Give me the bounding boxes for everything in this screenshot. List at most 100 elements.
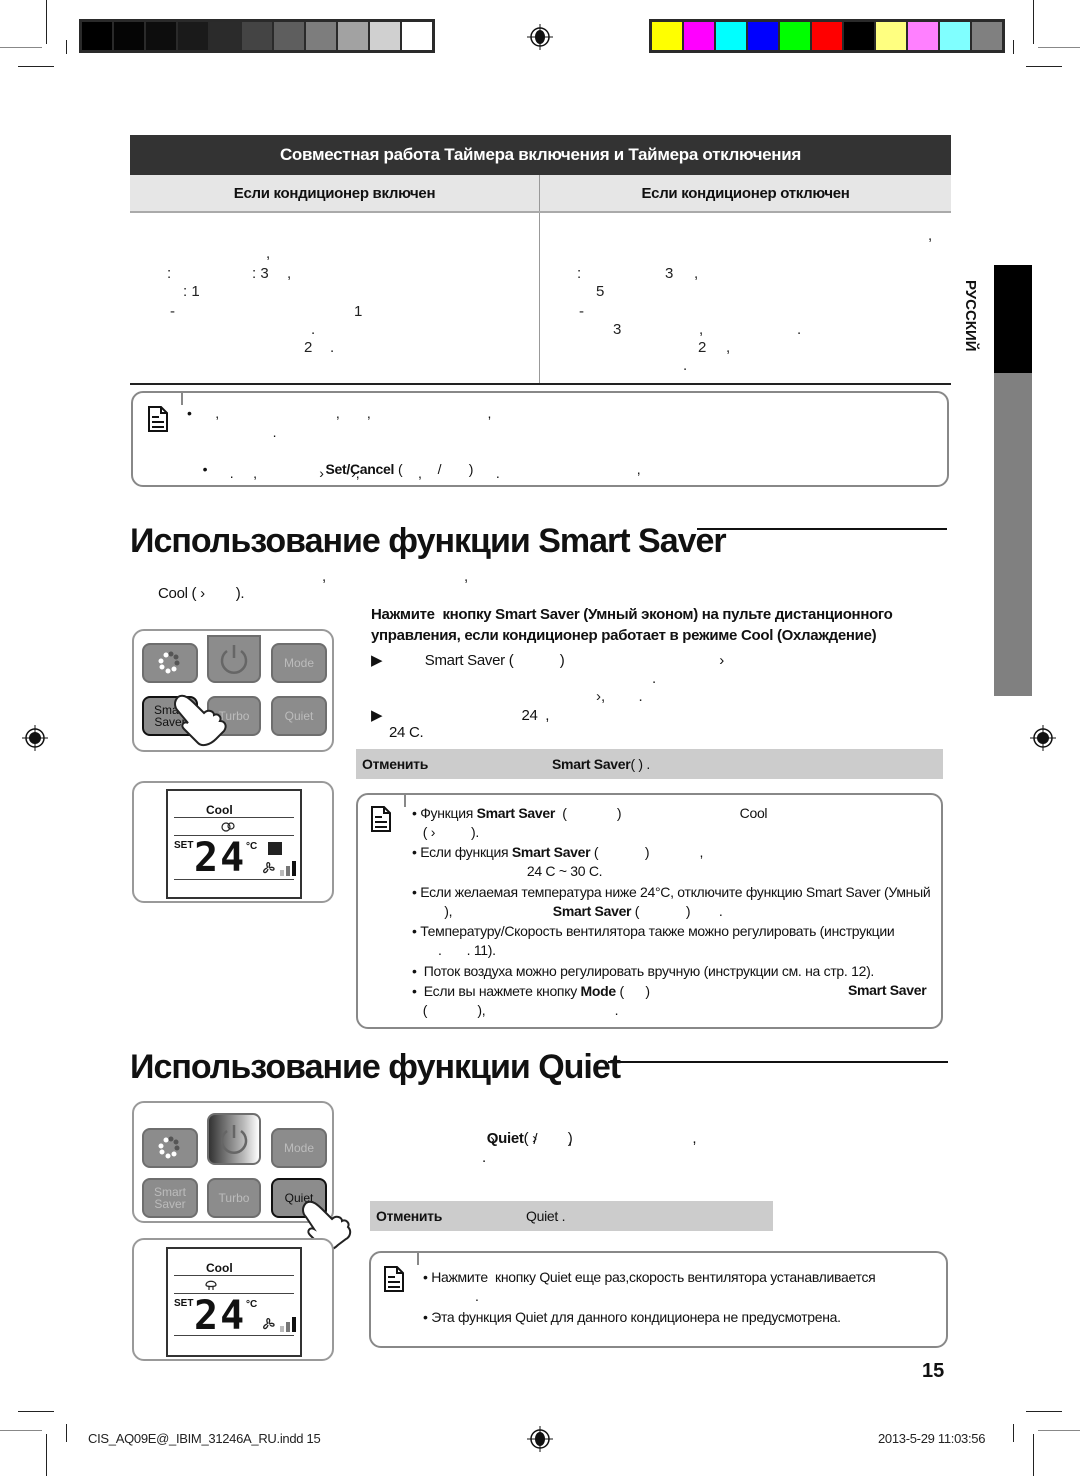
lcd-mode: Cool xyxy=(206,803,233,817)
text-fragment: 3 xyxy=(665,265,674,282)
lcd-unit: °C xyxy=(246,841,258,852)
power-icon xyxy=(220,1125,248,1154)
text-fragment: , xyxy=(699,321,704,338)
note-text: ( › ). xyxy=(412,824,479,840)
bullet-text: 24 C. xyxy=(389,724,424,741)
fan-speed-button[interactable] xyxy=(142,1128,198,1168)
column-divider xyxy=(539,213,540,383)
power-button[interactable] xyxy=(207,1113,261,1165)
text-fragment: , xyxy=(726,339,731,356)
column-header-ac-off: Если кондиционер отключен xyxy=(641,184,850,202)
language-tab-marker xyxy=(994,265,1032,373)
intro-text: Cool ( › ). xyxy=(158,585,245,602)
text-fragment: - xyxy=(579,303,584,320)
lcd-display: Cool SET 24 °C xyxy=(166,1247,302,1357)
note-icon xyxy=(148,406,168,432)
note-text-bold: Mode xyxy=(580,983,617,999)
note-text: • Поток воздуха можно регулировать вручн… xyxy=(412,963,874,979)
lcd-display: Cool SET 24 °C xyxy=(166,789,302,899)
note-text-part: ( ) xyxy=(615,983,650,999)
mode-button[interactable]: Mode xyxy=(271,643,327,683)
text-fragment: ›, . xyxy=(596,688,643,705)
crop-mark xyxy=(1026,66,1062,67)
bullet-text: ▶ Smart Saver ( ) › xyxy=(371,652,724,669)
cancel-label: Отменить xyxy=(362,756,429,772)
note-text-part: ( ), . xyxy=(412,1002,619,1018)
pointing-hand-icon xyxy=(174,694,227,747)
note-text-part: ( ) Cool xyxy=(555,805,768,821)
note-text-part: • Если функция xyxy=(412,844,512,860)
text-fragment: , xyxy=(322,568,327,585)
turbo-button[interactable]: Turbo xyxy=(207,1178,261,1218)
text-fragment: 2 xyxy=(698,339,707,356)
lcd-mode: Cool xyxy=(206,1261,233,1275)
color-swatch xyxy=(940,22,970,50)
remote-buttons-panel: Mode Smart Saver Turbo Quiet xyxy=(132,629,334,752)
grayscale-swatch xyxy=(114,22,144,50)
note-text-part: • Поток воздуха можно регулировать вручн… xyxy=(412,963,875,979)
note-text-bold: Smart Saver xyxy=(476,805,556,821)
timer-table-title: Совместная работа Таймера включения и Та… xyxy=(130,135,951,175)
cmyk-color-bar xyxy=(649,19,1005,53)
color-swatch xyxy=(812,22,842,50)
color-swatch xyxy=(780,22,810,50)
crop-mark xyxy=(1013,1424,1014,1442)
language-tab-label: РУССКИЙ xyxy=(962,280,979,352)
note-text-part: ), xyxy=(412,903,553,919)
text-fragment: : 1 xyxy=(183,283,200,300)
quiet-instruction: . xyxy=(482,1149,486,1166)
text-fragment: , xyxy=(694,265,699,282)
note-text: • Функция Smart Saver ( ) Cool xyxy=(412,805,768,821)
mode-button[interactable]: Mode xyxy=(271,1128,327,1168)
lcd-divider xyxy=(174,1275,294,1276)
smart-saver-cancel-bar: Отменить Smart Saver ( ) . xyxy=(356,749,943,779)
crop-mark xyxy=(18,66,54,67)
grayscale-swatch xyxy=(242,22,272,50)
note-text: ( ), . xyxy=(412,1002,619,1018)
crop-mark xyxy=(46,1434,47,1476)
remote-display-panel-quiet: Cool SET 24 °C xyxy=(132,1238,334,1361)
note-icon xyxy=(371,806,391,832)
quiet-button[interactable]: Quiet xyxy=(271,696,327,736)
crop-mark xyxy=(18,1411,54,1412)
grayscale-swatch xyxy=(146,22,176,50)
color-swatch xyxy=(844,22,874,50)
quiet-heading: Использование функции Quiet xyxy=(130,1048,621,1086)
instruction-text: Нажмите кнопку Smart Saver (Умный эконом… xyxy=(371,606,893,623)
note-text: • , , , , xyxy=(187,405,492,421)
color-swatch xyxy=(652,22,682,50)
crop-mark xyxy=(0,47,42,48)
note-bold-trailing: Smart Saver xyxy=(848,982,927,998)
crop-mark xyxy=(46,0,47,44)
note-text-part: ( ) , xyxy=(590,844,704,860)
swing-icon xyxy=(268,842,282,855)
heading-rule xyxy=(608,1061,948,1063)
instruction-text: управления, если кондиционер работает в … xyxy=(371,627,877,644)
lcd-temperature: 24 xyxy=(194,1293,247,1339)
note-text-part: • Если вы нажмете кнопку xyxy=(412,983,581,999)
note-text: • Если функция Smart Saver ( ) , xyxy=(412,844,703,860)
cancel-text-rest: ( ) . xyxy=(630,756,650,772)
remote-display-panel: Cool SET 24 °C xyxy=(132,781,334,903)
crop-mark xyxy=(66,1424,67,1442)
note-text: • Если желаемая температура ниже 24°C, о… xyxy=(412,884,931,900)
note-text-bold: Smart Saver xyxy=(552,903,632,919)
color-swatch xyxy=(908,22,938,50)
note-text-part: • Если желаемая температура ниже 24°C, о… xyxy=(412,884,931,900)
fan-speed-button[interactable] xyxy=(142,643,198,683)
smart-saver-button[interactable]: Smart Saver xyxy=(142,1178,198,1218)
quiet-cancel-bar: Отменить Quiet . xyxy=(370,1201,773,1231)
fan-dots-icon xyxy=(158,651,180,674)
cancel-text-rest: Quiet . xyxy=(526,1208,566,1224)
registration-mark-icon xyxy=(527,1426,553,1452)
grayscale-swatch xyxy=(402,22,432,50)
text-fragment: , xyxy=(287,265,292,282)
fan-speed-icon xyxy=(263,1317,296,1332)
timer-table-body: , : : 3 , : 1 - 1 . 2 . , : 3 , 5 - 3 , … xyxy=(130,213,951,385)
quiet-note-box: • Нажмите кнопку Quiet еще раз,скорость … xyxy=(369,1251,948,1348)
power-button[interactable] xyxy=(207,635,261,683)
text-fragment: , xyxy=(928,227,933,244)
text-fragment: , xyxy=(464,568,469,585)
lcd-set-label: SET xyxy=(174,1298,194,1309)
text-fragment: - xyxy=(170,303,175,320)
